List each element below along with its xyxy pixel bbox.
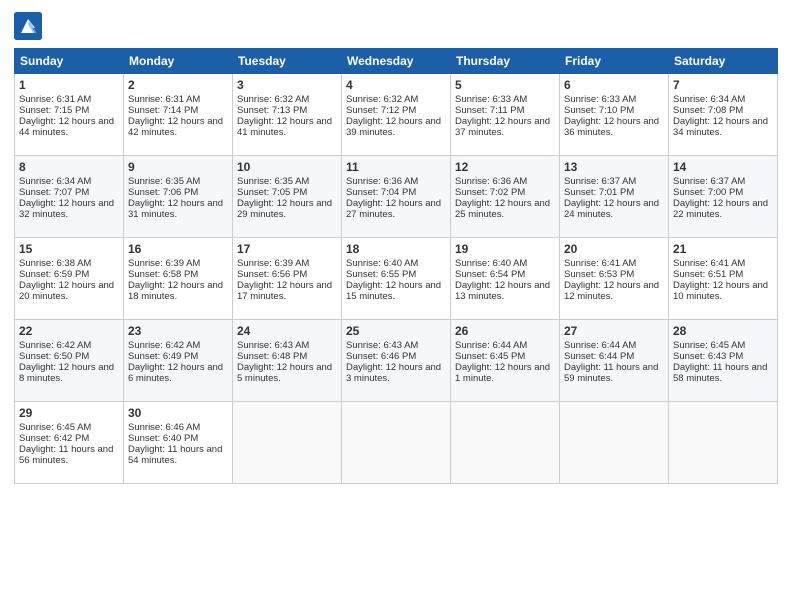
table-row: [233, 402, 342, 484]
calendar-week-3: 15Sunrise: 6:38 AMSunset: 6:59 PMDayligh…: [15, 238, 778, 320]
col-saturday: Saturday: [669, 49, 778, 74]
table-row: 1Sunrise: 6:31 AMSunset: 7:15 PMDaylight…: [15, 74, 124, 156]
col-wednesday: Wednesday: [342, 49, 451, 74]
table-row: 13Sunrise: 6:37 AMSunset: 7:01 PMDayligh…: [560, 156, 669, 238]
table-row: 17Sunrise: 6:39 AMSunset: 6:56 PMDayligh…: [233, 238, 342, 320]
col-sunday: Sunday: [15, 49, 124, 74]
table-row: 26Sunrise: 6:44 AMSunset: 6:45 PMDayligh…: [451, 320, 560, 402]
table-row: 27Sunrise: 6:44 AMSunset: 6:44 PMDayligh…: [560, 320, 669, 402]
table-row: 14Sunrise: 6:37 AMSunset: 7:00 PMDayligh…: [669, 156, 778, 238]
table-row: 22Sunrise: 6:42 AMSunset: 6:50 PMDayligh…: [15, 320, 124, 402]
table-row: 18Sunrise: 6:40 AMSunset: 6:55 PMDayligh…: [342, 238, 451, 320]
col-monday: Monday: [124, 49, 233, 74]
table-row: 3Sunrise: 6:32 AMSunset: 7:13 PMDaylight…: [233, 74, 342, 156]
header: [14, 12, 778, 40]
table-row: [451, 402, 560, 484]
table-row: 30Sunrise: 6:46 AMSunset: 6:40 PMDayligh…: [124, 402, 233, 484]
table-row: [342, 402, 451, 484]
table-row: 15Sunrise: 6:38 AMSunset: 6:59 PMDayligh…: [15, 238, 124, 320]
calendar-table: Sunday Monday Tuesday Wednesday Thursday…: [14, 48, 778, 484]
col-tuesday: Tuesday: [233, 49, 342, 74]
table-row: 21Sunrise: 6:41 AMSunset: 6:51 PMDayligh…: [669, 238, 778, 320]
table-row: 7Sunrise: 6:34 AMSunset: 7:08 PMDaylight…: [669, 74, 778, 156]
table-row: 25Sunrise: 6:43 AMSunset: 6:46 PMDayligh…: [342, 320, 451, 402]
calendar-week-2: 8Sunrise: 6:34 AMSunset: 7:07 PMDaylight…: [15, 156, 778, 238]
table-row: [669, 402, 778, 484]
table-row: 24Sunrise: 6:43 AMSunset: 6:48 PMDayligh…: [233, 320, 342, 402]
table-row: 19Sunrise: 6:40 AMSunset: 6:54 PMDayligh…: [451, 238, 560, 320]
table-row: 9Sunrise: 6:35 AMSunset: 7:06 PMDaylight…: [124, 156, 233, 238]
table-row: 29Sunrise: 6:45 AMSunset: 6:42 PMDayligh…: [15, 402, 124, 484]
logo-icon: [14, 12, 42, 40]
table-row: [560, 402, 669, 484]
table-row: 28Sunrise: 6:45 AMSunset: 6:43 PMDayligh…: [669, 320, 778, 402]
table-row: 12Sunrise: 6:36 AMSunset: 7:02 PMDayligh…: [451, 156, 560, 238]
logo: [14, 12, 46, 40]
calendar-header-row: Sunday Monday Tuesday Wednesday Thursday…: [15, 49, 778, 74]
col-friday: Friday: [560, 49, 669, 74]
table-row: 8Sunrise: 6:34 AMSunset: 7:07 PMDaylight…: [15, 156, 124, 238]
table-row: 10Sunrise: 6:35 AMSunset: 7:05 PMDayligh…: [233, 156, 342, 238]
page: Sunday Monday Tuesday Wednesday Thursday…: [0, 0, 792, 612]
table-row: 20Sunrise: 6:41 AMSunset: 6:53 PMDayligh…: [560, 238, 669, 320]
calendar-week-5: 29Sunrise: 6:45 AMSunset: 6:42 PMDayligh…: [15, 402, 778, 484]
calendar-week-4: 22Sunrise: 6:42 AMSunset: 6:50 PMDayligh…: [15, 320, 778, 402]
calendar-week-1: 1Sunrise: 6:31 AMSunset: 7:15 PMDaylight…: [15, 74, 778, 156]
table-row: 2Sunrise: 6:31 AMSunset: 7:14 PMDaylight…: [124, 74, 233, 156]
table-row: 5Sunrise: 6:33 AMSunset: 7:11 PMDaylight…: [451, 74, 560, 156]
table-row: 6Sunrise: 6:33 AMSunset: 7:10 PMDaylight…: [560, 74, 669, 156]
table-row: 11Sunrise: 6:36 AMSunset: 7:04 PMDayligh…: [342, 156, 451, 238]
table-row: 16Sunrise: 6:39 AMSunset: 6:58 PMDayligh…: [124, 238, 233, 320]
table-row: 23Sunrise: 6:42 AMSunset: 6:49 PMDayligh…: [124, 320, 233, 402]
col-thursday: Thursday: [451, 49, 560, 74]
table-row: 4Sunrise: 6:32 AMSunset: 7:12 PMDaylight…: [342, 74, 451, 156]
